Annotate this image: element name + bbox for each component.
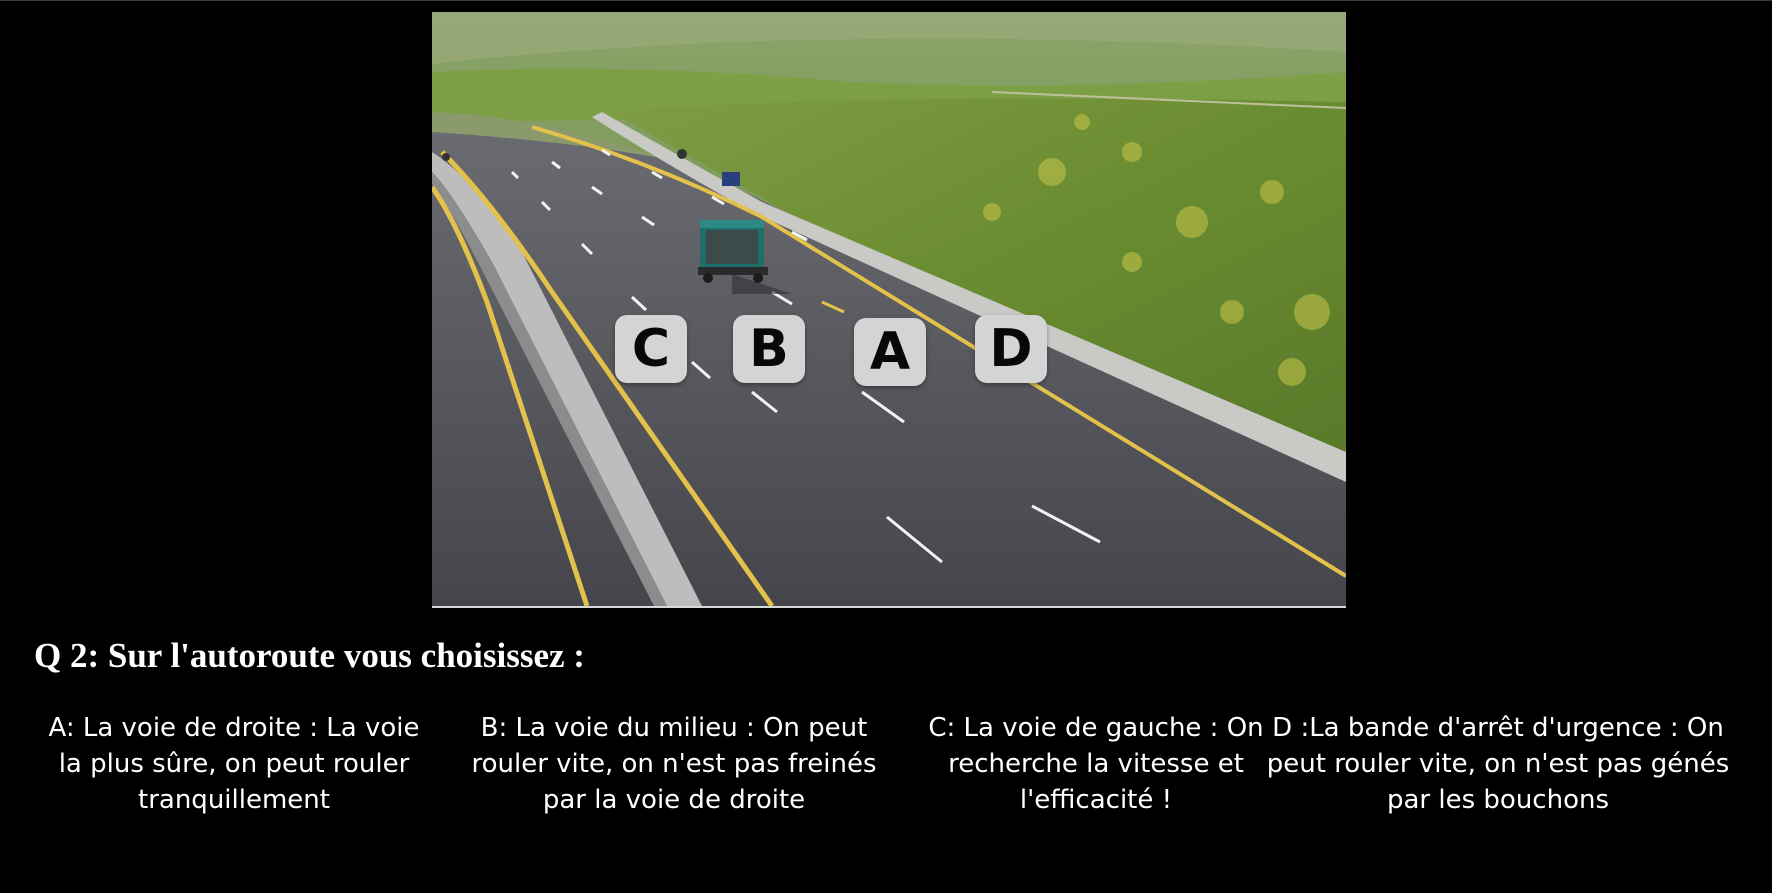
sign-left <box>442 153 450 161</box>
lane-badge-a: A <box>854 318 926 386</box>
answer-option-b[interactable]: B: La voie du milieu : On peut rouler vi… <box>454 710 894 818</box>
lane-badge-b: B <box>733 315 805 383</box>
highway-illustration <box>432 12 1346 606</box>
answer-option-c[interactable]: C: La voie de gauche : On recherche la v… <box>916 710 1276 818</box>
sign-blue <box>722 172 740 186</box>
top-divider <box>0 0 1772 1</box>
answer-options: A: La voie de droite : La voie la plus s… <box>36 710 1738 830</box>
highway-photo: C B A D <box>432 12 1346 608</box>
answer-option-a[interactable]: A: La voie de droite : La voie la plus s… <box>36 710 432 818</box>
answer-option-d[interactable]: D :La bande d'arrêt d'urgence : On peut … <box>1258 710 1738 818</box>
question-text: Q 2: Sur l'autoroute vous choisissez : <box>34 636 585 675</box>
lane-badge-d: D <box>975 315 1047 383</box>
sign-mid <box>677 149 687 159</box>
lane-badge-c: C <box>615 315 687 383</box>
